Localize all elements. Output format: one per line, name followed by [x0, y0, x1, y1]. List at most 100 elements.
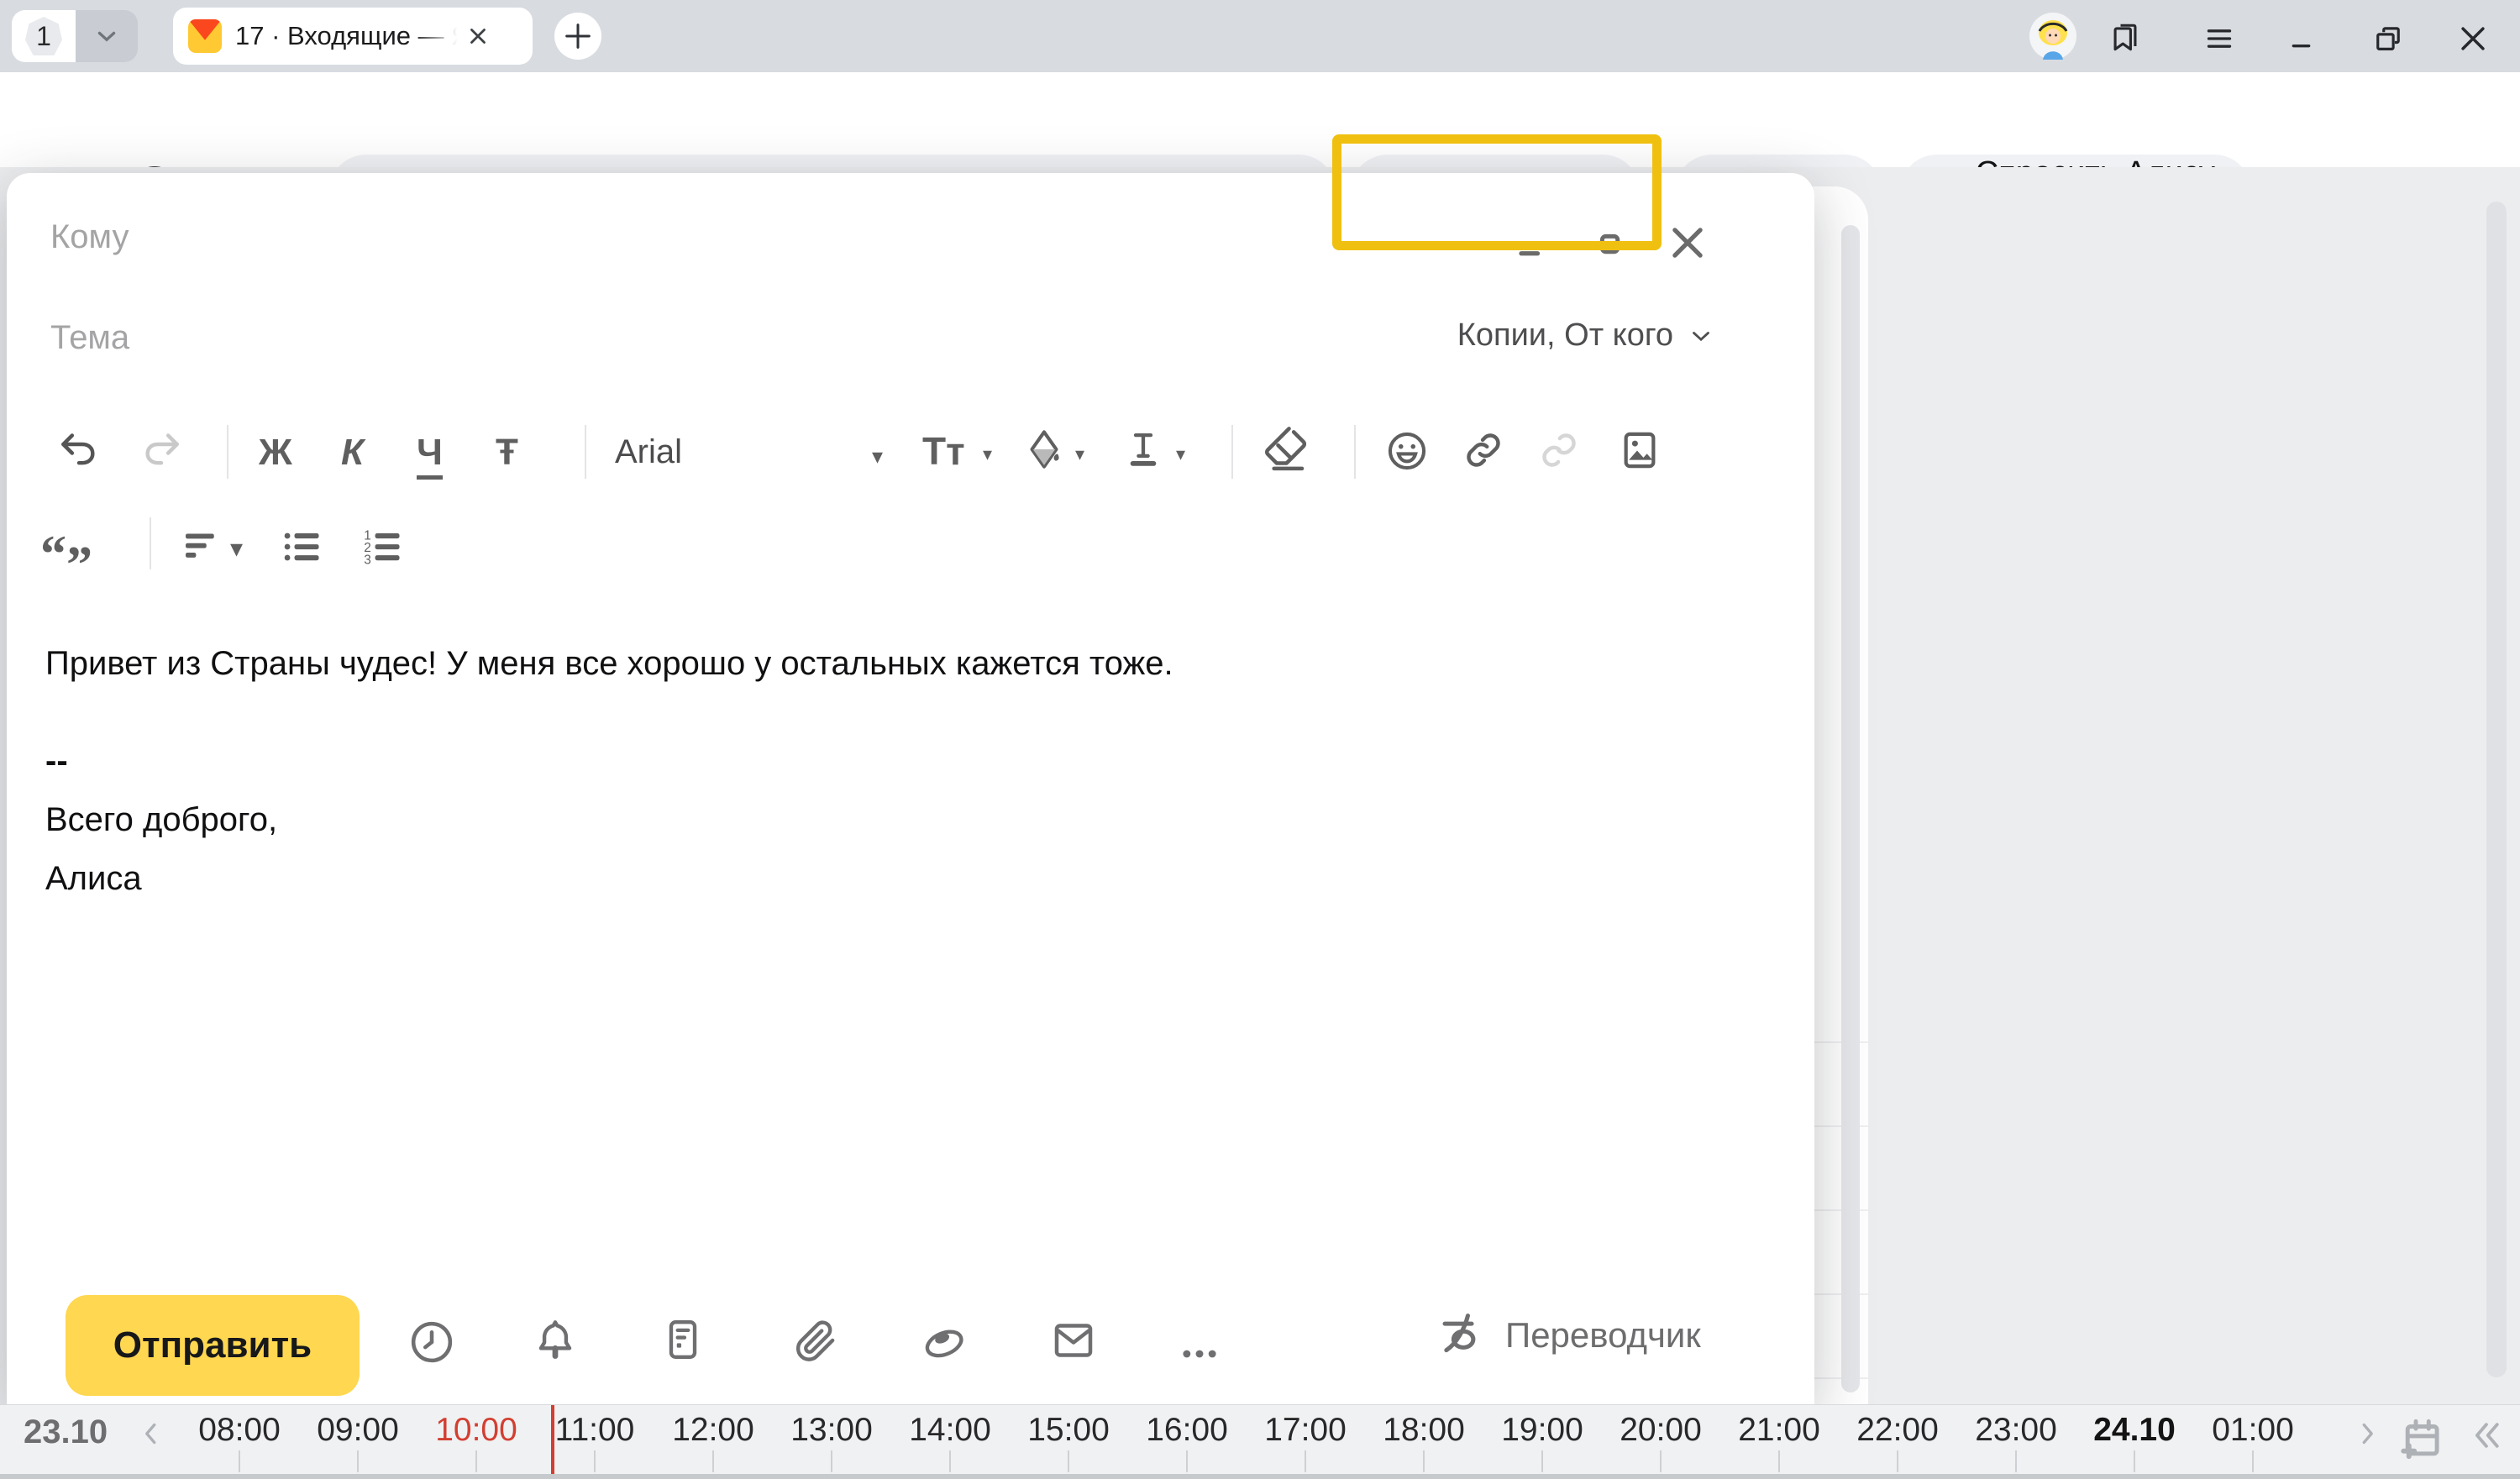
font-size-button[interactable]: Тт [922, 428, 965, 474]
clock-icon [405, 1315, 459, 1369]
cc-from-toggle[interactable]: Копии, От кого [1457, 317, 1715, 354]
redo-button[interactable] [138, 427, 185, 474]
message-body-editor[interactable]: Привет из Страны чудес! У меня все хорош… [7, 610, 1814, 1265]
template-button[interactable] [659, 1315, 707, 1364]
mail-favicon-icon [188, 19, 222, 53]
bell-icon [529, 1315, 581, 1367]
timeline-tick [1660, 1450, 1662, 1472]
timeline-tick [1541, 1450, 1543, 1472]
translator-label: Переводчик [1505, 1315, 1701, 1356]
timeline-scroll-right-button[interactable] [2352, 1417, 2382, 1450]
body-text-line: Всего доброго, [45, 801, 277, 839]
more-actions-button[interactable] [1176, 1330, 1223, 1377]
text-color-button[interactable] [1121, 427, 1166, 472]
timeline-tick [594, 1450, 596, 1472]
insert-link-button[interactable] [1460, 427, 1507, 474]
attach-from-disk-button[interactable] [917, 1315, 969, 1367]
highlight-color-button[interactable] [1020, 425, 1068, 474]
timeline-left-date: 23.10 [24, 1413, 108, 1451]
timeline-tick [2015, 1450, 2017, 1472]
toolbar-separator [227, 425, 228, 479]
emoji-button[interactable] [1383, 427, 1431, 475]
mail-list-scrollbar[interactable] [1841, 225, 1860, 1392]
quote-button[interactable]: “” [40, 517, 92, 591]
translator-icon [1435, 1309, 1488, 1362]
new-tab-button[interactable] [554, 13, 601, 60]
timeline-hour-label: 18:00 [1383, 1412, 1465, 1449]
window-restore-button[interactable] [2370, 22, 2406, 57]
to-field[interactable]: Кому [50, 218, 129, 256]
font-family-select[interactable]: Arial [615, 433, 682, 471]
window-close-button[interactable] [2454, 20, 2491, 57]
toolbar-separator [1231, 425, 1233, 479]
attach-file-button[interactable] [790, 1315, 842, 1367]
align-button[interactable] [178, 522, 223, 568]
font-size-dropdown-icon[interactable]: ▾ [983, 443, 992, 465]
strikethrough-button[interactable]: Ŧ [496, 432, 518, 474]
paperclip-icon [790, 1315, 842, 1367]
window-minimize-button[interactable] [2286, 24, 2320, 57]
tab-close-icon[interactable] [465, 24, 491, 49]
compose-minimize-button[interactable] [1510, 223, 1554, 267]
timeline-tick [1186, 1450, 1188, 1472]
compose-restore-button[interactable] [1588, 222, 1631, 265]
yandex-disk-icon [917, 1315, 969, 1367]
body-text-line: -- [45, 742, 68, 780]
toolbar-separator [585, 425, 586, 479]
add-event-button[interactable] [2396, 1413, 2448, 1466]
italic-button[interactable]: К [341, 432, 364, 474]
toolbar-separator [150, 517, 151, 569]
subject-field[interactable]: Тема [50, 319, 129, 357]
remove-link-button[interactable] [1536, 427, 1583, 474]
undo-button[interactable] [55, 427, 102, 474]
tab-group-badge[interactable]: 1 [12, 10, 76, 62]
schedule-send-button[interactable] [405, 1315, 459, 1369]
clear-formatting-button[interactable] [1258, 423, 1312, 477]
minimize-icon [2286, 24, 2320, 57]
text-color-dropdown-icon[interactable]: ▾ [1176, 443, 1185, 465]
timeline-hour-label: 19:00 [1501, 1412, 1583, 1449]
notify-button[interactable] [529, 1315, 581, 1367]
body-text-line: Привет из Страны чудес! У меня все хорош… [45, 645, 1173, 683]
bookmarks-button[interactable] [2107, 18, 2144, 55]
timeline-hour-label: 13:00 [790, 1412, 873, 1449]
timeline-tick [712, 1450, 714, 1472]
timeline-hour-label: 01:00 [2212, 1412, 2294, 1449]
timeline-hour-label: 24.10 [2093, 1412, 2176, 1449]
timeline-tick [2252, 1450, 2254, 1472]
compose-close-button[interactable] [1660, 215, 1715, 270]
font-family-dropdown-icon[interactable]: ▾ [872, 443, 883, 469]
timeline-hour-label: 23:00 [1975, 1412, 2057, 1449]
insert-image-button[interactable] [1616, 427, 1663, 474]
timeline-tick [1068, 1450, 1069, 1472]
underline-button[interactable]: Ч [417, 432, 443, 480]
close-icon [2454, 20, 2491, 57]
timeline-hour-label: 21:00 [1738, 1412, 1820, 1449]
timeline-hour-label: 16:00 [1146, 1412, 1228, 1449]
tab-group-chevron-button[interactable] [76, 10, 138, 62]
collapse-timeline-button[interactable] [2465, 1417, 2507, 1454]
bold-button[interactable]: Ж [259, 432, 292, 474]
timeline-hour-label: 08:00 [198, 1412, 281, 1449]
timeline-tick [1897, 1450, 1898, 1472]
browser-menu-button[interactable] [2202, 22, 2236, 55]
page-scrollbar[interactable] [2486, 202, 2507, 1377]
bullet-list-button[interactable] [277, 522, 326, 571]
window-bottom-edge [0, 1474, 2520, 1479]
day-timeline: 23.10 08:0009:0010:0011:0012:0013:0014:0… [0, 1404, 2520, 1475]
timeline-tick [1778, 1450, 1780, 1472]
browser-tab[interactable]: 17 · Входящие — Яндек [173, 8, 533, 65]
avatar[interactable] [2029, 13, 2076, 60]
align-dropdown-icon[interactable]: ▾ [230, 534, 243, 564]
numbered-list-button[interactable]: 1 2 3 [358, 522, 407, 571]
timeline-scroll-left-button[interactable] [136, 1417, 166, 1450]
timeline-hour-label: 22:00 [1856, 1412, 1939, 1449]
translator-button[interactable]: Переводчик [1435, 1309, 1701, 1362]
svg-text:3: 3 [364, 553, 371, 567]
attach-from-mail-button[interactable] [1048, 1315, 1099, 1366]
send-button[interactable]: Отправить [66, 1295, 360, 1396]
highlight-color-dropdown-icon[interactable]: ▾ [1075, 443, 1084, 465]
timeline-hour-label: 20:00 [1620, 1412, 1702, 1449]
hamburger-menu-icon [2202, 22, 2236, 55]
timeline-tick [1423, 1450, 1425, 1472]
